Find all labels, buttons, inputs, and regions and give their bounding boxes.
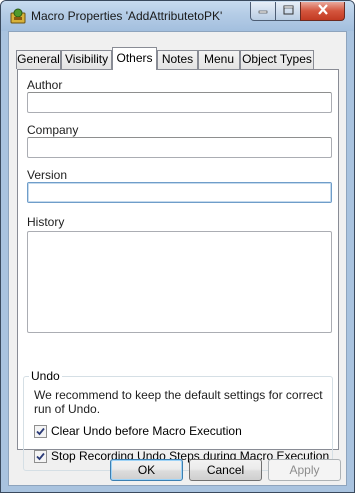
company-label: Company <box>27 123 79 137</box>
history-textarea[interactable] <box>27 231 332 333</box>
clear-undo-label: Clear Undo before Macro Execution <box>51 424 242 438</box>
apply-button[interactable]: Apply <box>268 459 341 481</box>
undo-description: We recommend to keep the default setting… <box>34 388 323 416</box>
author-label: Author <box>27 78 63 92</box>
macro-app-icon[interactable] <box>9 7 27 25</box>
tab-menu[interactable]: Menu <box>198 50 240 69</box>
tab-others[interactable]: Others <box>112 47 157 70</box>
close-button[interactable] <box>300 2 345 21</box>
version-field[interactable] <box>27 182 332 203</box>
dialog-body: General Visibility Others Notes Menu Obj… <box>8 31 347 486</box>
ok-button[interactable]: OK <box>110 459 183 481</box>
clear-undo-option[interactable]: Clear Undo before Macro Execution <box>34 424 242 438</box>
undo-groupbox: Undo We recommend to keep the default se… <box>23 369 333 471</box>
company-field[interactable] <box>27 137 332 158</box>
maximize-button[interactable] <box>275 2 301 21</box>
macro-properties-window: Macro Properties 'AddAttributetoPK' Gene… <box>0 0 355 493</box>
clear-undo-checkbox[interactable] <box>34 424 47 438</box>
stop-recording-checkbox[interactable] <box>34 449 47 463</box>
others-tab-page: Author Company Version History Undo We r… <box>17 69 339 471</box>
undo-group-title: Undo <box>29 369 62 383</box>
check-icon <box>36 452 45 460</box>
cancel-button[interactable]: Cancel <box>189 459 262 481</box>
version-label: Version <box>27 168 68 182</box>
maximize-icon <box>283 5 294 18</box>
minimize-button[interactable] <box>250 2 276 21</box>
author-field[interactable] <box>27 92 332 113</box>
close-icon <box>317 4 329 18</box>
window-title: Macro Properties 'AddAttributetoPK' <box>31 9 223 23</box>
title-bar[interactable]: Macro Properties 'AddAttributetoPK' <box>1 1 354 31</box>
check-icon <box>36 427 45 435</box>
tab-general[interactable]: General <box>16 50 61 69</box>
minimize-icon <box>258 5 268 18</box>
tab-visibility[interactable]: Visibility <box>61 50 112 69</box>
tab-object-types[interactable]: Object Types <box>240 50 314 69</box>
history-label: History <box>27 215 65 229</box>
tab-notes[interactable]: Notes <box>157 50 198 69</box>
